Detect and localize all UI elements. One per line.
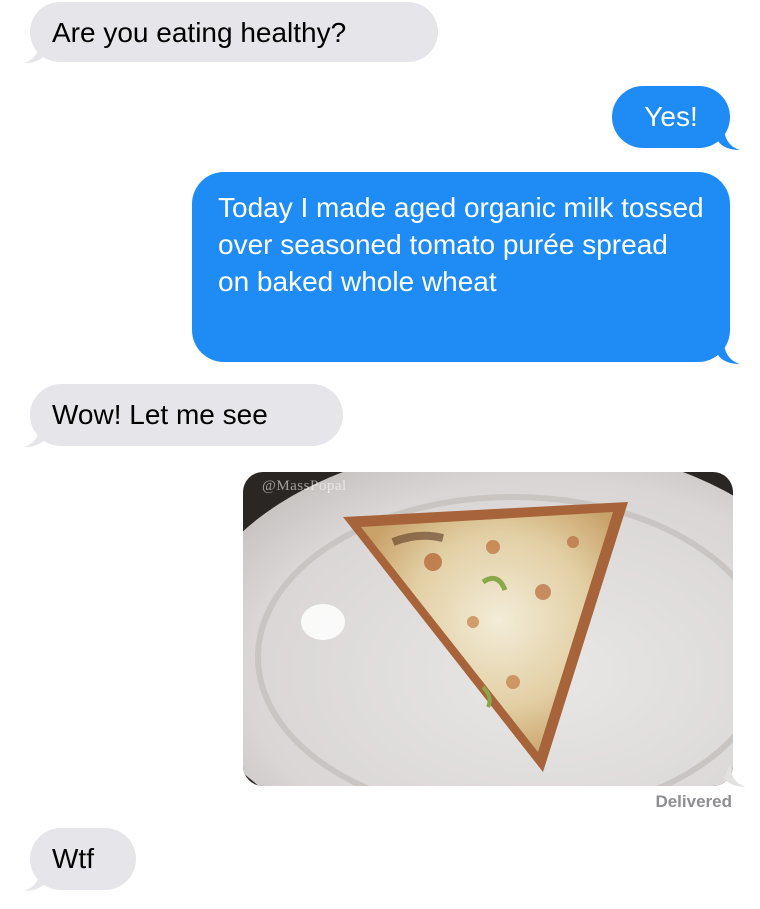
received-message-bubble[interactable]: Wow! Let me see [30, 384, 343, 446]
message-text: Today I made aged organic milk tossed ov… [218, 192, 704, 297]
message-thread: Are you eating healthy? Yes! Today I mad… [0, 0, 760, 909]
message-text: Are you eating healthy? [52, 17, 347, 48]
pizza-photo-image [243, 472, 733, 786]
message-text: Yes! [644, 101, 698, 132]
bubble-tail-icon [24, 868, 46, 891]
received-message-bubble[interactable]: Are you eating healthy? [30, 2, 438, 62]
photo-watermark: @MassPopal [262, 478, 347, 494]
bubble-tail-icon [24, 40, 46, 63]
bubble-tail-icon [718, 341, 740, 364]
message-text: Wtf [52, 843, 94, 874]
pizza-photo-attachment[interactable] [243, 472, 733, 786]
bubble-tail-icon [718, 127, 740, 150]
message-text: Wow! Let me see [52, 399, 268, 430]
sent-message-bubble[interactable]: Today I made aged organic milk tossed ov… [192, 172, 730, 362]
delivery-status: Delivered [655, 792, 732, 811]
bubble-tail-icon [724, 764, 746, 787]
bubble-tail-icon [24, 424, 46, 447]
sent-message-bubble[interactable]: Yes! [612, 86, 730, 148]
